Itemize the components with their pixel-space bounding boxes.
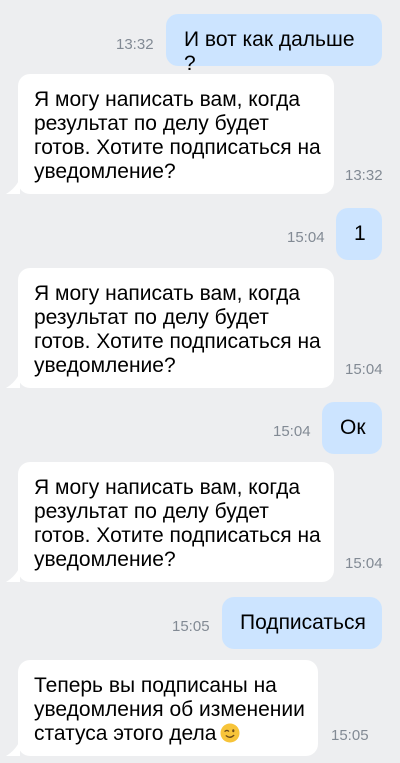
incoming-message[interactable]: Я могу написать вам, когда результат по …	[18, 462, 334, 582]
message-time: 15:04	[273, 423, 311, 440]
outgoing-message[interactable]: Подписаться	[222, 597, 382, 649]
incoming-message[interactable]: Теперь вы подписаны на уведомления об из…	[18, 660, 318, 756]
message-text: И вот как дальше ?	[184, 28, 355, 75]
message-text: 1	[354, 222, 366, 245]
message-time: 15:05	[172, 618, 210, 635]
message-text: Подписаться	[240, 611, 366, 634]
outgoing-message[interactable]: И вот как дальше ?	[166, 14, 382, 75]
message-text: Я могу написать вам, когда результат по …	[34, 476, 321, 571]
incoming-message[interactable]: Я могу написать вам, когда результат по …	[18, 74, 334, 194]
message-time: 15:04	[287, 229, 325, 246]
message-time: 15:04	[345, 361, 383, 378]
message-text: Ок	[340, 416, 366, 439]
chat-history: И вот как дальше ? 13:32 Я могу написать…	[0, 0, 400, 763]
incoming-message[interactable]: Я могу написать вам, когда результат по …	[18, 268, 334, 388]
message-time: 15:04	[345, 555, 383, 572]
winking-face-icon	[220, 723, 240, 743]
outgoing-message[interactable]: Ок	[322, 402, 382, 454]
message-time: 13:32	[116, 36, 154, 53]
message-text: Я могу написать вам, когда результат по …	[34, 282, 321, 377]
message-text: Я могу написать вам, когда результат по …	[34, 88, 321, 183]
message-text: Теперь вы подписаны на уведомления об из…	[34, 674, 305, 745]
message-time: 15:05	[331, 727, 369, 744]
outgoing-message[interactable]: 1	[336, 208, 382, 260]
message-time: 13:32	[345, 167, 383, 184]
